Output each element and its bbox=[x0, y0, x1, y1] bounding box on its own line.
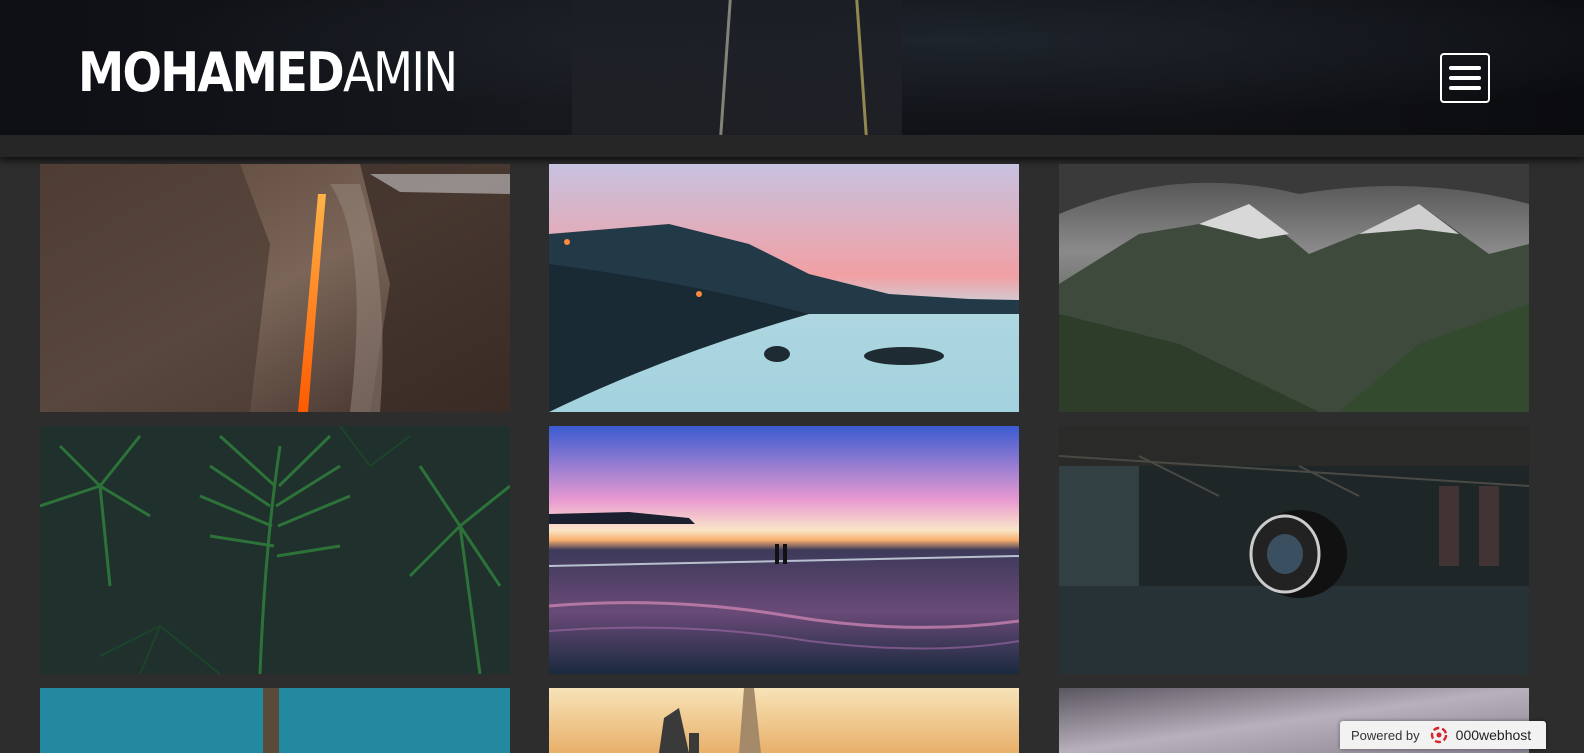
gallery-photo-coast-sunset[interactable] bbox=[549, 164, 1019, 412]
powered-by-label: Powered by bbox=[1351, 727, 1420, 743]
gallery-photo-aerial-pier[interactable] bbox=[40, 688, 510, 753]
gallery-photo-palm-leaves[interactable] bbox=[40, 426, 510, 674]
brand-name: 000webhost bbox=[1455, 727, 1532, 743]
gallery-photo-city-sunset[interactable] bbox=[549, 688, 1019, 753]
photo-gallery bbox=[0, 0, 1584, 753]
gallery-photo-ocean-pool[interactable] bbox=[549, 426, 1019, 674]
hosting-badge[interactable]: Powered by 000webhost bbox=[1340, 721, 1546, 749]
gallery-photo-camera-lens[interactable] bbox=[1059, 426, 1529, 674]
000webhost-logo-icon bbox=[1430, 726, 1447, 744]
gallery-photo-firefall[interactable] bbox=[40, 164, 510, 412]
gallery-photo-mountains[interactable] bbox=[1059, 164, 1529, 412]
